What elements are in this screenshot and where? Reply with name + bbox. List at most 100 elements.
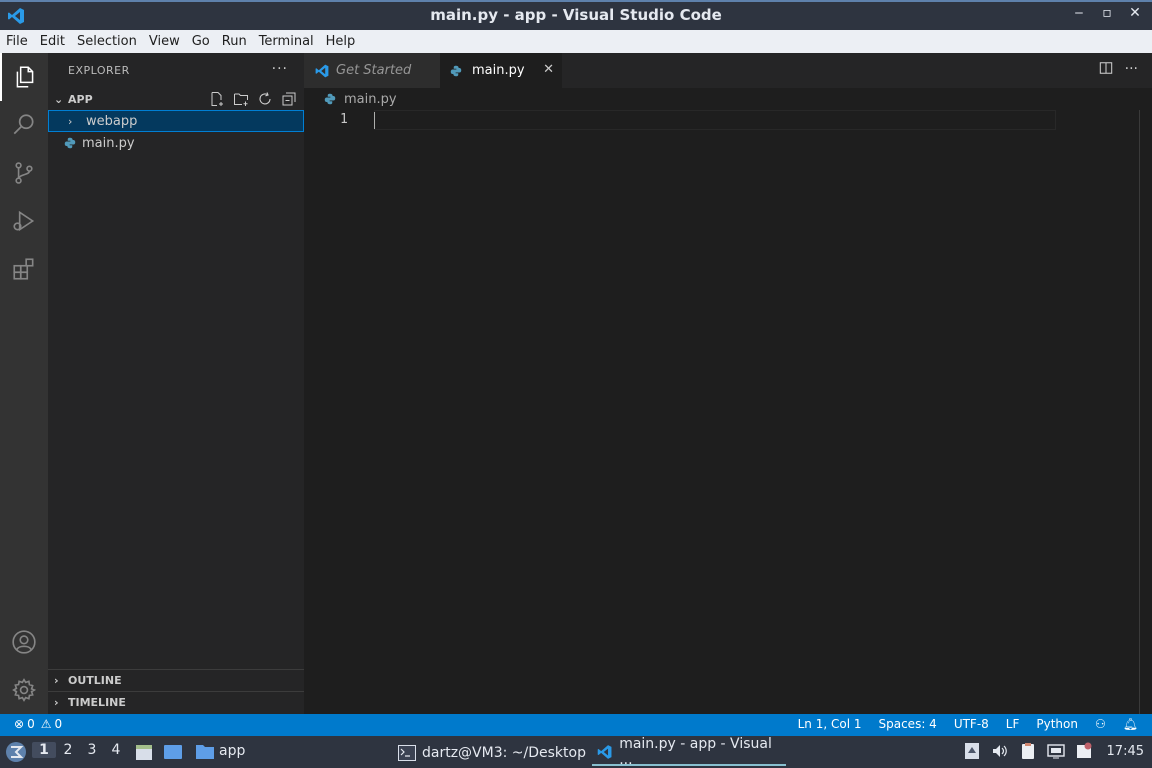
volume-icon[interactable]: [991, 742, 1009, 760]
menu-help[interactable]: Help: [326, 34, 362, 49]
menu-view[interactable]: View: [149, 34, 186, 49]
errors-warnings[interactable]: ⊗ 0 ⚠ 0: [14, 717, 62, 731]
task-terminal[interactable]: dartz@VM3: ~/Desktop: [394, 740, 590, 766]
more-actions-icon[interactable]: ···: [272, 61, 288, 77]
vscode-logo-icon: [597, 745, 612, 759]
folder-app-label: app: [219, 743, 246, 759]
close-icon[interactable]: ✕: [1128, 5, 1142, 21]
chevron-right-icon: ›: [54, 696, 59, 709]
tree-item-webapp[interactable]: › webapp: [48, 110, 304, 132]
outline-label: OUTLINE: [68, 674, 122, 687]
title-bar: main.py - app - Visual Studio Code ‒ ▫ ✕: [0, 0, 1152, 30]
workspace-1[interactable]: 1: [32, 742, 56, 758]
menu-file[interactable]: File: [6, 34, 34, 49]
cursor-position[interactable]: Ln 1, Col 1: [798, 717, 862, 731]
status-bar: ⊗ 0 ⚠ 0 Ln 1, Col 1 Spaces: 4 UTF-8 LF P…: [0, 714, 1152, 736]
run-debug-icon[interactable]: [0, 197, 48, 245]
new-file-icon[interactable]: [208, 90, 226, 108]
chevron-down-icon: ⌄: [54, 92, 64, 106]
vscode-logo-icon: [314, 63, 330, 79]
workspace-2[interactable]: 2: [56, 742, 80, 758]
window-title: main.py - app - Visual Studio Code: [430, 6, 722, 24]
maximize-icon[interactable]: ▫: [1100, 5, 1114, 21]
workspace-3[interactable]: 3: [80, 742, 104, 758]
task-label: dartz@VM3: ~/Desktop: [422, 745, 586, 761]
workspace-switcher: 1 2 3 4: [32, 742, 128, 758]
folder-name: APP: [68, 92, 93, 106]
timeline-label: TIMELINE: [68, 696, 126, 709]
clock[interactable]: 17:45: [1107, 744, 1144, 759]
update-notifier-icon[interactable]: [1075, 742, 1093, 760]
taskbar-folder-app[interactable]: app: [195, 742, 245, 760]
editor-tabs: Get Started main.py ✕ ···: [304, 53, 1152, 88]
system-taskbar: 1 2 3 4 app dartz@VM3: ~/Desktop main.py…: [0, 736, 1152, 768]
outline-section[interactable]: › OUTLINE: [48, 669, 304, 691]
split-editor-icon[interactable]: [1099, 61, 1113, 79]
notifications-bell-icon[interactable]: 🔔︎: [1123, 717, 1138, 731]
refresh-icon[interactable]: [256, 90, 274, 108]
extensions-icon[interactable]: [0, 245, 48, 293]
encoding[interactable]: UTF-8: [954, 717, 989, 731]
tab-get-started[interactable]: Get Started: [304, 53, 440, 88]
scrollbar-track[interactable]: [1139, 110, 1140, 714]
menu-selection[interactable]: Selection: [77, 34, 143, 49]
collapse-all-icon[interactable]: [280, 90, 298, 108]
warning-count: 0: [54, 717, 63, 731]
folder-header-app[interactable]: ⌄ APP: [48, 88, 304, 110]
sidebar-title: EXPLORER: [68, 64, 130, 77]
end-of-line[interactable]: LF: [1006, 717, 1020, 731]
task-vscode[interactable]: main.py - app - Visual ...: [592, 736, 786, 768]
account-icon[interactable]: [0, 618, 48, 666]
search-icon[interactable]: [0, 101, 48, 149]
tab-main-py[interactable]: main.py ✕: [440, 53, 562, 88]
text-cursor: [374, 112, 375, 129]
desktop-icon[interactable]: [163, 742, 183, 762]
menu-edit[interactable]: Edit: [40, 34, 71, 49]
tab-label: Get Started: [336, 63, 412, 78]
explorer-sidebar: EXPLORER ··· ⌄ APP › webapp main.py › OU…: [48, 53, 304, 714]
network-icon[interactable]: [1046, 742, 1065, 760]
settings-gear-icon[interactable]: [0, 666, 48, 714]
system-tray: 17:45: [963, 742, 1152, 760]
tree-item-label: webapp: [86, 113, 138, 129]
python-file-icon: [450, 63, 466, 79]
activity-bar: [0, 53, 48, 714]
error-count: 0: [27, 717, 35, 731]
close-tab-icon[interactable]: ✕: [543, 62, 554, 77]
folder-icon: [196, 745, 214, 759]
tray-up-arrow-icon[interactable]: [963, 742, 981, 760]
breadcrumb-file: main.py: [344, 91, 397, 107]
tab-label: main.py: [472, 63, 525, 78]
menu-bar: File Edit Selection View Go Run Terminal…: [0, 30, 1152, 53]
chevron-right-icon: ›: [68, 114, 73, 128]
chevron-right-icon: ›: [54, 674, 59, 687]
workspace-4[interactable]: 4: [104, 742, 128, 758]
tree-item-main-py[interactable]: main.py: [48, 132, 304, 154]
language-mode[interactable]: Python: [1036, 717, 1078, 731]
error-icon: ⊗: [14, 717, 25, 731]
indentation[interactable]: Spaces: 4: [879, 717, 937, 731]
more-actions-icon[interactable]: ···: [1125, 61, 1138, 79]
menu-go[interactable]: Go: [192, 34, 216, 49]
task-label: main.py - app - Visual ...: [619, 736, 772, 768]
file-manager-icon[interactable]: [134, 742, 154, 762]
code-editor[interactable]: 1: [304, 110, 1152, 714]
menu-terminal[interactable]: Terminal: [259, 34, 320, 49]
timeline-section[interactable]: › TIMELINE: [48, 691, 304, 713]
new-folder-icon[interactable]: [232, 90, 250, 108]
minimize-icon[interactable]: ‒: [1072, 5, 1086, 21]
terminal-icon: [398, 745, 416, 761]
python-file-icon: [324, 91, 340, 107]
warning-icon: ⚠: [40, 717, 52, 731]
feedback-icon[interactable]: ⚇: [1095, 717, 1106, 731]
source-control-icon[interactable]: [0, 149, 48, 197]
tree-item-label: main.py: [82, 135, 135, 151]
breadcrumb[interactable]: main.py: [304, 88, 1152, 110]
start-menu-icon[interactable]: [5, 741, 27, 763]
explorer-icon[interactable]: [0, 53, 48, 101]
menu-run[interactable]: Run: [222, 34, 253, 49]
sidebar-header: EXPLORER ···: [48, 53, 304, 88]
line-number: 1: [340, 112, 348, 127]
clipboard-icon[interactable]: [1019, 742, 1037, 760]
current-line-highlight: [374, 110, 1056, 130]
